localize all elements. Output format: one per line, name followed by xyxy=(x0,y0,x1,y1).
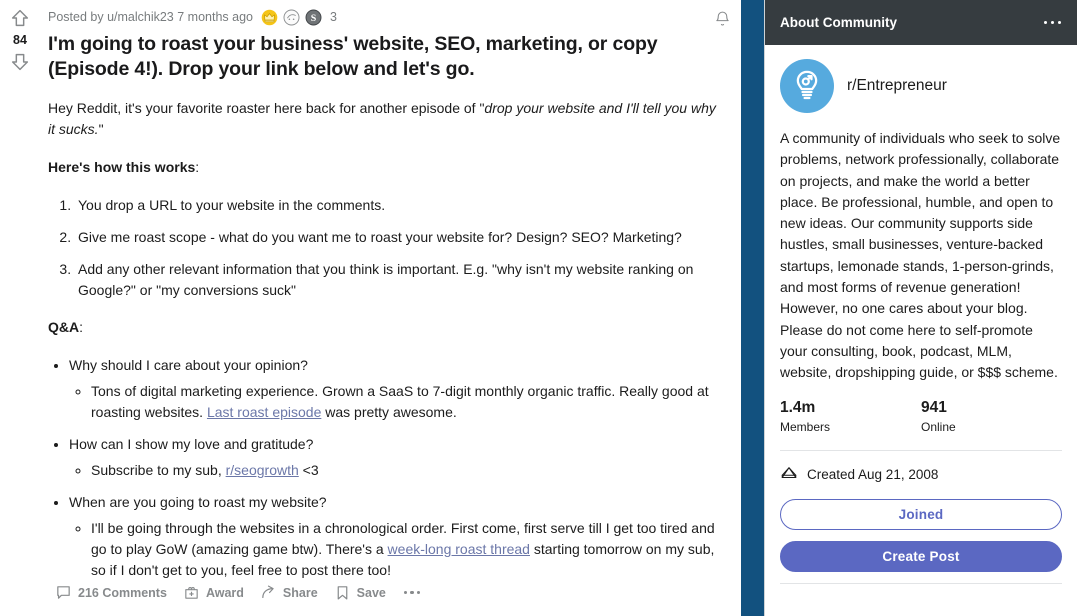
community-created-row: Created Aug 21, 2008 xyxy=(780,464,1062,485)
qa-question: When are you going to roast my website? xyxy=(69,494,327,510)
save-button[interactable]: Save xyxy=(327,579,393,606)
how-it-works-colon: : xyxy=(195,159,200,175)
about-community-sidebar: About Community r/Entrepreneur A communi… xyxy=(764,0,1077,616)
qa-answer-list: I'll be going through the websites in a … xyxy=(69,518,723,581)
share-arrow-icon xyxy=(260,584,277,601)
steps-list: You drop a URL to your website in the co… xyxy=(48,195,723,301)
silver-face-award-icon[interactable] xyxy=(283,9,300,26)
stat-value: 941 xyxy=(921,398,947,416)
list-item: How can I show my love and gratitude? Su… xyxy=(69,434,723,481)
list-item: When are you going to roast my website? … xyxy=(69,492,723,581)
silver-s-award-icon[interactable]: S xyxy=(305,9,322,26)
comment-bubble-icon xyxy=(55,584,72,601)
qa-answer-link[interactable]: week-long roast thread xyxy=(388,541,530,557)
post-column: 84 Posted by u/malchik23 7 months ago S … xyxy=(0,0,741,616)
downvote-arrow-icon[interactable] xyxy=(8,50,32,74)
award-count: 3 xyxy=(329,10,337,24)
bookmark-icon xyxy=(334,584,351,601)
post-byline[interactable]: Posted by u/malchik23 7 months ago xyxy=(48,10,253,24)
upvote-arrow-icon[interactable] xyxy=(8,6,32,30)
community-description: A community of individuals who seek to s… xyxy=(780,130,1061,381)
intro-tail: " xyxy=(98,121,104,137)
overflow-dots-icon[interactable] xyxy=(395,586,430,600)
list-item: Give me roast scope - what do you want m… xyxy=(75,227,723,248)
gold-crown-award-icon[interactable] xyxy=(261,9,278,26)
comments-button[interactable]: 216 Comments xyxy=(48,579,174,606)
notification-bell-icon[interactable] xyxy=(709,5,735,31)
sidebar-header: About Community xyxy=(765,0,1077,45)
award-button-label: Award xyxy=(205,585,244,600)
list-item: I'll be going through the websites in a … xyxy=(91,518,723,581)
list-item: Tons of digital marketing experience. Gr… xyxy=(91,381,723,423)
award-list: S 3 xyxy=(261,9,337,26)
share-button-label: Share xyxy=(282,585,318,600)
intro-lead: Hey Reddit, it's your favorite roaster h… xyxy=(48,100,485,116)
list-item: You drop a URL to your website in the co… xyxy=(75,195,723,216)
save-button-label: Save xyxy=(356,585,386,600)
post-main: Posted by u/malchik23 7 months ago S 3 I… xyxy=(40,0,741,616)
how-it-works-heading: Here's how this works: xyxy=(48,157,723,178)
award-button[interactable]: Award xyxy=(176,579,251,606)
community-name[interactable]: r/Entrepreneur xyxy=(847,77,947,95)
sidebar-header-title: About Community xyxy=(780,15,897,30)
reddit-post-page: 84 Posted by u/malchik23 7 months ago S … xyxy=(0,0,1077,616)
sidebar-bottom-divider xyxy=(780,582,1062,584)
joined-button[interactable]: Joined xyxy=(780,498,1062,530)
qa-answer-after: was pretty awesome. xyxy=(321,404,457,420)
vote-rail: 84 xyxy=(0,0,40,616)
qa-answer-before: Subscribe to my sub, xyxy=(91,462,226,478)
sidebar-content: r/Entrepreneur A community of individual… xyxy=(765,45,1077,616)
community-stats: 1.4m Members 941 Online xyxy=(780,398,1062,436)
qa-answer-link[interactable]: r/seogrowth xyxy=(226,462,299,478)
lightbulb-community-icon xyxy=(780,59,834,113)
stat-online: 941 Online xyxy=(921,398,1062,436)
list-item: Subscribe to my sub, r/seogrowth <3 xyxy=(91,460,723,481)
community-created-date: Created Aug 21, 2008 xyxy=(807,466,939,482)
post-meta-row: Posted by u/malchik23 7 months ago S 3 xyxy=(48,6,723,28)
qa-answer-link[interactable]: Last roast episode xyxy=(207,404,321,420)
stat-label: Online xyxy=(921,419,956,434)
list-item: Why should I care about your opinion? To… xyxy=(69,355,723,423)
vote-score: 84 xyxy=(13,33,27,47)
qa-answer-list: Tons of digital marketing experience. Gr… xyxy=(69,381,723,423)
post-body: Hey Reddit, it's your favorite roaster h… xyxy=(48,98,723,581)
post-action-bar: 216 Comments Award Share Save xyxy=(48,579,429,606)
qa-list: Why should I care about your opinion? To… xyxy=(48,355,723,581)
post-title[interactable]: I'm going to roast your business' websit… xyxy=(48,32,723,82)
comments-count-label: 216 Comments xyxy=(78,585,167,600)
page-accent-band xyxy=(741,0,764,616)
gift-box-icon xyxy=(183,584,200,601)
stat-members: 1.4m Members xyxy=(780,398,921,436)
qa-colon: : xyxy=(79,319,84,335)
post-intro-paragraph: Hey Reddit, it's your favorite roaster h… xyxy=(48,98,723,140)
qa-question: Why should I care about your opinion? xyxy=(69,357,308,373)
qa-answer-after: <3 xyxy=(298,462,319,478)
sidebar-divider xyxy=(780,449,1062,451)
qa-answer-list: Subscribe to my sub, r/seogrowth <3 xyxy=(69,460,723,481)
stat-label: Members xyxy=(780,419,831,434)
qa-label: Q&A xyxy=(48,319,80,335)
create-post-button[interactable]: Create Post xyxy=(780,540,1062,572)
list-item: Add any other relevant information that … xyxy=(75,259,723,301)
qa-question: How can I show my love and gratitude? xyxy=(69,436,314,452)
share-button[interactable]: Share xyxy=(253,579,325,606)
svg-text:S: S xyxy=(311,13,317,24)
overflow-dots-icon[interactable] xyxy=(1043,17,1061,29)
stat-value: 1.4m xyxy=(780,398,816,416)
qa-heading: Q&A: xyxy=(48,317,723,338)
how-it-works-label: Here's how this works xyxy=(48,159,196,175)
community-header[interactable]: r/Entrepreneur xyxy=(780,59,1062,113)
cake-slice-icon xyxy=(780,464,798,485)
